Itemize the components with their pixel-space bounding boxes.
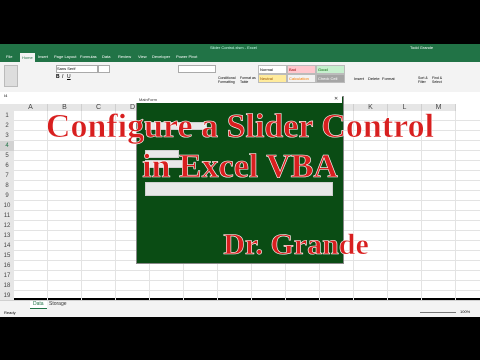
video-bottom-bar xyxy=(0,317,480,360)
font-size-select[interactable] xyxy=(98,65,110,73)
tab-page-layout[interactable]: Page Layout xyxy=(54,54,76,59)
sort-filter-button[interactable]: Sort & Filter xyxy=(418,76,432,84)
format-as-table-button[interactable]: Format as Table xyxy=(240,76,258,84)
style-bad[interactable]: Bad xyxy=(287,65,316,74)
video-title-line-1: Configure a Slider Control xyxy=(45,108,435,145)
sheet-tab-data[interactable]: Data xyxy=(30,301,47,309)
window-title-bar: Slider Control.xlsm - Excel Todd Grande xyxy=(0,44,480,53)
userform-title-bar: MainForm ✕ xyxy=(136,96,342,103)
video-title-line-2: in Excel VBA xyxy=(142,148,338,185)
status-bar: Ready 100% xyxy=(0,300,480,317)
ribbon: Sans Serif B I U Conditional Formatting … xyxy=(0,62,480,93)
find-select-button[interactable]: Find & Select xyxy=(432,76,446,84)
tab-developer[interactable]: Developer xyxy=(152,54,170,59)
tab-review[interactable]: Review xyxy=(118,54,131,59)
zoom-level[interactable]: 100% xyxy=(460,309,470,314)
tab-data[interactable]: Data xyxy=(102,54,110,59)
userform-title: MainForm xyxy=(139,97,158,102)
font-name-select[interactable]: Sans Serif xyxy=(56,65,98,73)
gridline-horizontal xyxy=(14,280,480,281)
window-title: Slider Control.xlsm - Excel xyxy=(210,45,257,50)
style-good[interactable]: Good xyxy=(316,65,345,74)
user-name[interactable]: Todd Grande xyxy=(410,45,433,50)
bold-icon[interactable]: B xyxy=(56,74,60,80)
gridline-horizontal xyxy=(14,270,480,271)
italic-icon[interactable]: I xyxy=(62,74,63,80)
video-top-bar xyxy=(0,0,480,44)
insert-cells-button[interactable]: Insert xyxy=(354,76,364,81)
tab-file[interactable]: File xyxy=(6,54,12,59)
tab-view[interactable]: View xyxy=(138,54,147,59)
conditional-formatting-button[interactable]: Conditional Formatting xyxy=(218,76,238,84)
number-format-select[interactable] xyxy=(178,65,216,73)
ribbon-tab-bar: File Home Insert Page Layout Formulas Da… xyxy=(0,53,480,62)
underline-icon[interactable]: U xyxy=(67,74,71,80)
style-check-cell[interactable]: Check Cell xyxy=(316,74,345,83)
close-icon[interactable]: ✕ xyxy=(334,96,338,102)
delete-cells-button[interactable]: Delete xyxy=(368,76,380,81)
tab-formulas[interactable]: Formulas xyxy=(80,54,97,59)
paste-button[interactable] xyxy=(4,65,18,87)
author-name: Dr. Grande xyxy=(223,228,369,261)
tab-power-pivot[interactable]: Power Pivot xyxy=(176,54,197,59)
tab-home[interactable]: Home xyxy=(20,53,35,62)
format-cells-button[interactable]: Format xyxy=(382,76,395,81)
style-calculation[interactable]: Calculation xyxy=(287,74,316,83)
style-neutral[interactable]: Neutral xyxy=(258,74,287,83)
sheet-tab-storage[interactable]: Storage xyxy=(46,301,70,308)
status-text: Ready xyxy=(4,310,16,315)
zoom-slider[interactable] xyxy=(420,312,456,313)
gridline-horizontal xyxy=(14,290,480,291)
tab-insert[interactable]: Insert xyxy=(38,54,48,59)
style-normal[interactable]: Normal xyxy=(258,65,287,74)
